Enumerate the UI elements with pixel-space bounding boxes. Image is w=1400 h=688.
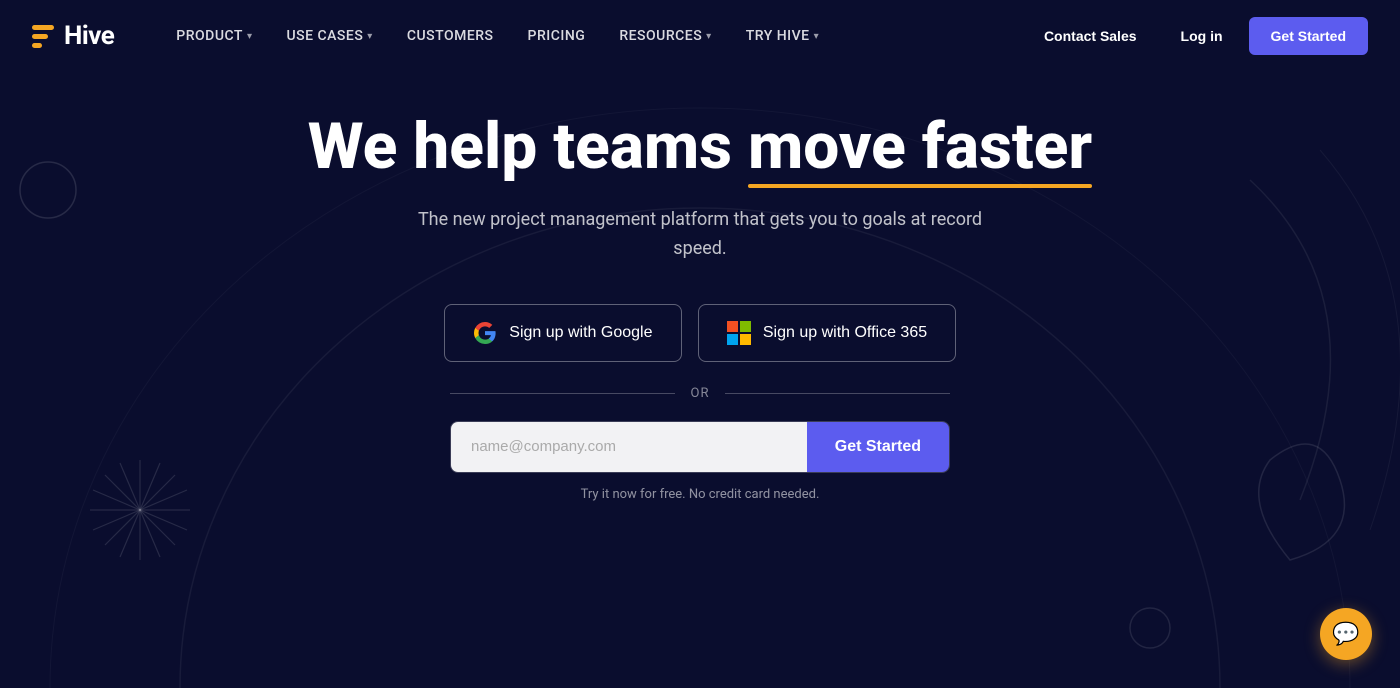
divider-line-left <box>450 393 675 394</box>
chevron-down-icon: ▾ <box>247 31 253 42</box>
hive-logo-icon <box>32 25 54 48</box>
login-button[interactable]: Log in <box>1163 18 1241 54</box>
get-started-nav-button[interactable]: Get Started <box>1249 17 1368 55</box>
google-icon <box>473 321 497 345</box>
hero-title-highlight: move faster <box>748 112 1092 182</box>
chevron-down-icon: ▾ <box>706 31 712 42</box>
email-input[interactable] <box>451 422 807 472</box>
contact-sales-button[interactable]: Contact Sales <box>1026 18 1155 54</box>
signup-office365-button[interactable]: Sign up with Office 365 <box>698 304 956 362</box>
signup-office365-label: Sign up with Office 365 <box>763 324 927 342</box>
chevron-down-icon: ▾ <box>367 31 373 42</box>
chat-icon: 💬 <box>1332 622 1359 647</box>
nav-item-try-hive[interactable]: TRY HIVE ▾ <box>732 20 833 52</box>
hero-title-part1: We help teams <box>308 109 748 184</box>
hero-title: We help teams move faster <box>308 112 1092 182</box>
hero-section: We help teams move faster The new projec… <box>0 72 1400 502</box>
form-note: Try it now for free. No credit card need… <box>581 487 820 502</box>
signup-google-button[interactable]: Sign up with Google <box>444 304 682 362</box>
get-started-main-button[interactable]: Get Started <box>807 422 949 472</box>
nav-label-try-hive: TRY HIVE <box>746 28 810 44</box>
nav-links: PRODUCT ▾ USE CASES ▾ CUSTOMERS PRICING … <box>162 20 1026 52</box>
nav-label-resources: RESOURCES <box>619 28 702 44</box>
nav-label-customers: CUSTOMERS <box>407 28 494 44</box>
or-text: OR <box>691 386 710 401</box>
nav-right: Contact Sales Log in Get Started <box>1026 17 1368 55</box>
signup-google-label: Sign up with Google <box>509 324 652 342</box>
logo-text: Hive <box>64 21 114 51</box>
hero-subtitle: The new project management platform that… <box>390 206 1010 264</box>
nav-label-pricing: PRICING <box>528 28 586 44</box>
nav-item-use-cases[interactable]: USE CASES ▾ <box>272 20 386 52</box>
nav-label-product: PRODUCT <box>176 28 243 44</box>
nav-item-customers[interactable]: CUSTOMERS <box>393 20 508 52</box>
divider-line-right <box>725 393 950 394</box>
email-form: Get Started <box>450 421 950 473</box>
navbar: Hive PRODUCT ▾ USE CASES ▾ CUSTOMERS PRI… <box>0 0 1400 72</box>
or-divider: OR <box>450 386 950 401</box>
nav-label-use-cases: USE CASES <box>286 28 363 44</box>
nav-item-pricing[interactable]: PRICING <box>514 20 600 52</box>
chat-button[interactable]: 💬 <box>1320 608 1372 660</box>
office365-icon <box>727 321 751 345</box>
nav-item-resources[interactable]: RESOURCES ▾ <box>605 20 725 52</box>
signup-buttons: Sign up with Google Sign up with Office … <box>444 304 956 362</box>
nav-item-product[interactable]: PRODUCT ▾ <box>162 20 266 52</box>
logo[interactable]: Hive <box>32 21 114 51</box>
chevron-down-icon: ▾ <box>814 31 820 42</box>
